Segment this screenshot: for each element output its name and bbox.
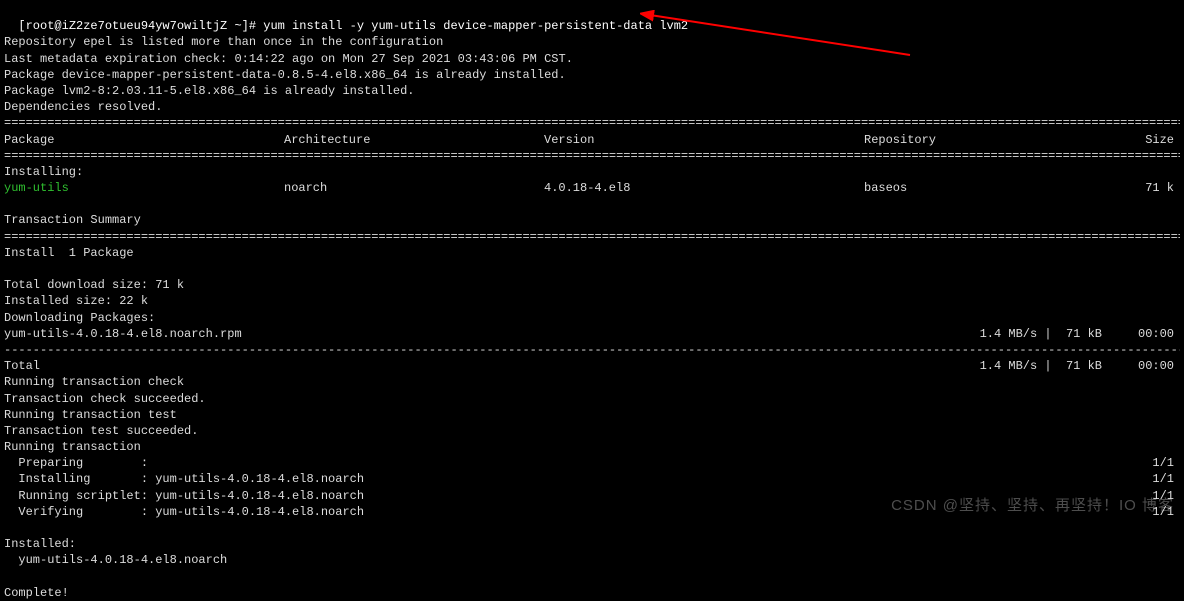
output-line: Total download size: 71 k [4, 277, 1180, 293]
blank-line [4, 261, 1180, 277]
progress-left: Running scriptlet: yum-utils-4.0.18-4.el… [4, 488, 1152, 504]
output-line: Dependencies resolved. [4, 99, 1180, 115]
blank-line [4, 520, 1180, 536]
progress-left: Preparing : [4, 455, 1152, 471]
cell-size: 71 k [1064, 180, 1180, 196]
col-size: Size [1064, 132, 1180, 148]
output-line: Last metadata expiration check: 0:14:22 … [4, 51, 1180, 67]
transaction-summary: Transaction Summary [4, 212, 1180, 228]
progress-right: 1/1 [1152, 488, 1180, 504]
output-line: Package device-mapper-persistent-data-0.… [4, 67, 1180, 83]
download-row: yum-utils-4.0.18-4.el8.noarch.rpm 1.4 MB… [4, 326, 1180, 342]
shell-command: yum install -y yum-utils device-mapper-p… [263, 19, 688, 33]
table-header: Package Architecture Version Repository … [4, 132, 1180, 148]
total-label: Total [4, 358, 980, 374]
progress-row: Installing : yum-utils-4.0.18-4.el8.noar… [4, 471, 1180, 487]
complete-label: Complete! [4, 585, 1180, 601]
col-package: Package [4, 132, 284, 148]
col-architecture: Architecture [284, 132, 544, 148]
col-version: Version [544, 132, 864, 148]
output-line: Repository epel is listed more than once… [4, 34, 1180, 50]
output-line: Transaction check succeeded. [4, 391, 1180, 407]
command-line: [root@iZ2ze7otueu94yw7owiltjZ ~]# yum in… [4, 2, 1180, 34]
output-line: Package lvm2-8:2.03.11-5.el8.x86_64 is a… [4, 83, 1180, 99]
output-line: Running transaction [4, 439, 1180, 455]
total-row: Total 1.4 MB/s | 71 kB 00:00 [4, 358, 1180, 374]
output-line: Downloading Packages: [4, 310, 1180, 326]
progress-row: Preparing : 1/1 [4, 455, 1180, 471]
installed-pkg: yum-utils-4.0.18-4.el8.noarch [4, 552, 1180, 568]
progress-left: Installing : yum-utils-4.0.18-4.el8.noar… [4, 471, 1152, 487]
progress-right: 1/1 [1152, 455, 1180, 471]
cell-repo: baseos [864, 180, 1064, 196]
install-count: Install 1 Package [4, 245, 1180, 261]
progress-right: 1/1 [1152, 471, 1180, 487]
progress-right: 1/1 [1152, 504, 1180, 520]
progress-row: Verifying : yum-utils-4.0.18-4.el8.noarc… [4, 504, 1180, 520]
blank-line [4, 569, 1180, 585]
separator-dash: ----------------------------------------… [4, 342, 1180, 358]
cell-version: 4.0.18-4.el8 [544, 180, 864, 196]
cell-package: yum-utils [4, 180, 284, 196]
blank-line [4, 196, 1180, 212]
total-stats: 1.4 MB/s | 71 kB 00:00 [980, 358, 1180, 374]
progress-row: Running scriptlet: yum-utils-4.0.18-4.el… [4, 488, 1180, 504]
output-line: Running transaction check [4, 374, 1180, 390]
installing-label: Installing: [4, 164, 1180, 180]
separator-double: ========================================… [4, 229, 1180, 245]
shell-prompt: [root@iZ2ze7otueu94yw7owiltjZ ~]# [18, 19, 263, 33]
output-line: Running transaction test [4, 407, 1180, 423]
cell-arch: noarch [284, 180, 544, 196]
download-stats: 1.4 MB/s | 71 kB 00:00 [980, 326, 1180, 342]
separator-double: ========================================… [4, 148, 1180, 164]
col-repository: Repository [864, 132, 1064, 148]
progress-left: Verifying : yum-utils-4.0.18-4.el8.noarc… [4, 504, 1152, 520]
output-line: Transaction test succeeded. [4, 423, 1180, 439]
output-line: Installed size: 22 k [4, 293, 1180, 309]
table-row: yum-utils noarch 4.0.18-4.el8 baseos 71 … [4, 180, 1180, 196]
download-name: yum-utils-4.0.18-4.el8.noarch.rpm [4, 326, 980, 342]
separator-double: ========================================… [4, 115, 1180, 131]
installed-label: Installed: [4, 536, 1180, 552]
